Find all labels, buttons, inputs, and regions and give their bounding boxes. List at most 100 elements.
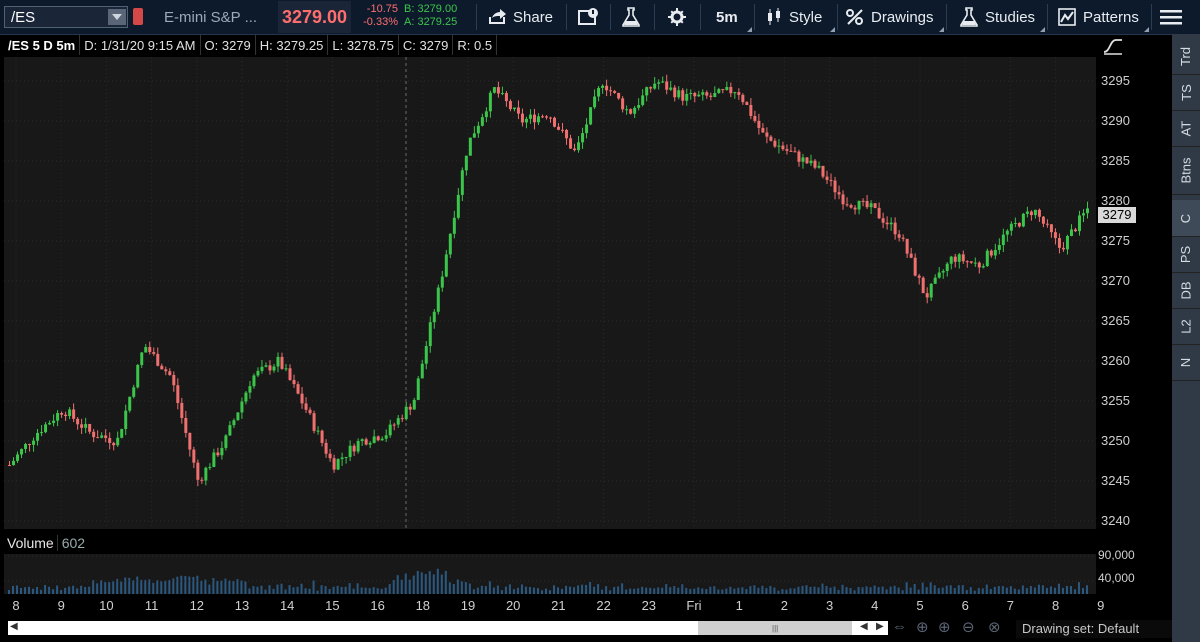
volume-bar — [420, 572, 423, 594]
candle-body — [645, 87, 649, 96]
volume-bar — [1033, 587, 1036, 594]
candle-body — [873, 203, 877, 208]
flask-button[interactable] — [622, 0, 640, 34]
volume-bar — [348, 583, 351, 594]
candle-body — [352, 445, 356, 452]
volume-bar — [400, 579, 403, 594]
candle-body — [813, 160, 817, 168]
candle-body — [132, 387, 136, 397]
volume-bar — [553, 585, 556, 594]
studies-button[interactable]: Studies — [960, 0, 1035, 34]
volume-bar — [536, 588, 539, 594]
candle-body — [681, 90, 685, 101]
volume-bar — [112, 581, 115, 594]
right-tab-trd[interactable]: Trd — [1172, 38, 1200, 75]
right-tab-label: C — [1178, 213, 1194, 223]
volume-bar — [452, 584, 455, 594]
scroll-prev-icon[interactable]: ◀ — [860, 621, 868, 632]
flag-icon[interactable] — [133, 8, 143, 25]
right-tab-ps[interactable]: PS — [1172, 236, 1200, 273]
volume-pane[interactable] — [4, 554, 1096, 594]
volume-bar — [360, 587, 363, 594]
candle-body — [933, 277, 937, 284]
volume-bar — [48, 586, 51, 594]
volume-bar — [120, 581, 123, 594]
candle-body — [605, 85, 609, 91]
time-axis[interactable]: 8 9 10 11 12 13 14 15 16 18 19 20 21 22 23 Fri 1 2 3 4 5 6 7 8 9 — [4, 596, 1104, 616]
candle-body — [1085, 208, 1089, 214]
right-tab-at[interactable]: AT — [1172, 110, 1200, 147]
volume-bar — [781, 589, 784, 594]
right-tab-ts[interactable]: TS — [1172, 74, 1200, 111]
candle-body — [72, 409, 76, 419]
volume-bar — [777, 590, 780, 594]
scroll-next-icon[interactable]: ▶ — [876, 621, 884, 632]
candle-body — [48, 422, 52, 425]
right-tab-c[interactable]: C — [1172, 200, 1200, 237]
snapshot-button[interactable] — [578, 0, 600, 34]
right-tab-db[interactable]: DB — [1172, 272, 1200, 309]
volume-bar — [20, 587, 23, 594]
time-label: 8 — [1051, 598, 1060, 613]
candle-body — [288, 368, 292, 380]
candle-body — [92, 431, 96, 438]
volume-axis-label-mid: 40,000 — [1098, 571, 1135, 585]
drawings-button[interactable]: Drawings — [846, 0, 934, 34]
toolbar-separator — [476, 4, 477, 30]
candle-body — [1045, 223, 1049, 225]
candle-body — [148, 347, 152, 353]
menu-button[interactable] — [1160, 0, 1182, 34]
candle-body — [140, 352, 144, 365]
time-label: Fri — [686, 598, 702, 613]
volume-bar — [272, 588, 275, 594]
right-tab-btns[interactable]: Btns — [1172, 146, 1200, 195]
candle-body — [1001, 234, 1005, 246]
symbol-selector[interactable]: /ES — [4, 6, 128, 28]
candle-body — [56, 413, 60, 421]
volume-bar — [761, 585, 764, 594]
candle-body — [949, 256, 953, 264]
candlestick-chart[interactable] — [4, 57, 1102, 529]
volume-bar — [637, 588, 640, 594]
candle-body — [472, 133, 476, 138]
candle-body — [929, 283, 933, 298]
candle-body — [204, 467, 208, 481]
volume-bar — [977, 588, 980, 594]
volume-bar — [925, 587, 928, 594]
drawing-set-selector[interactable]: Drawing set: Default — [1016, 620, 1172, 638]
horizontal-scrollbar[interactable]: ◀ ||| ◀ ▶ — [8, 621, 888, 635]
chevron-down-icon[interactable] — [108, 9, 126, 25]
volume-bar — [312, 580, 315, 594]
right-tab-n[interactable]: N — [1172, 344, 1200, 381]
volume-bar — [504, 586, 507, 594]
time-label: 16 — [370, 598, 385, 613]
aggregation-button[interactable]: 5m — [716, 0, 738, 34]
volume-bar — [633, 588, 636, 594]
time-label: 9 — [57, 598, 65, 613]
style-button[interactable]: Style — [766, 0, 822, 34]
candle-body — [857, 200, 861, 210]
zoom-in-icon[interactable]: ⊕ — [938, 618, 951, 636]
volume-bar — [444, 570, 447, 594]
crosshair-icon[interactable]: ⊕ — [916, 618, 929, 636]
bar-open: O: 3279 — [201, 35, 256, 55]
volume-bar — [593, 586, 596, 594]
candle-body — [40, 432, 44, 434]
volume-bar — [913, 584, 916, 594]
zoom-out-icon[interactable]: ⊖ — [962, 618, 975, 636]
right-tab-l2[interactable]: L2 — [1172, 308, 1200, 345]
candle-body — [1017, 223, 1021, 227]
price-chart[interactable] — [4, 57, 1102, 529]
candle-body — [953, 256, 957, 262]
share-button[interactable]: Share — [488, 0, 553, 34]
volume-bar — [885, 589, 888, 594]
candle-body — [1021, 213, 1025, 227]
zoom-reset-icon[interactable]: ⊗ — [988, 618, 1001, 636]
drag-icon[interactable]: ⇔ — [892, 618, 907, 635]
volume-bar — [1013, 588, 1016, 594]
settings-button[interactable] — [668, 0, 686, 34]
candle-body — [549, 117, 552, 119]
scroll-left-icon[interactable]: ◀ — [10, 621, 18, 632]
patterns-button[interactable]: Patterns — [1058, 0, 1139, 34]
candle-body — [561, 129, 565, 131]
